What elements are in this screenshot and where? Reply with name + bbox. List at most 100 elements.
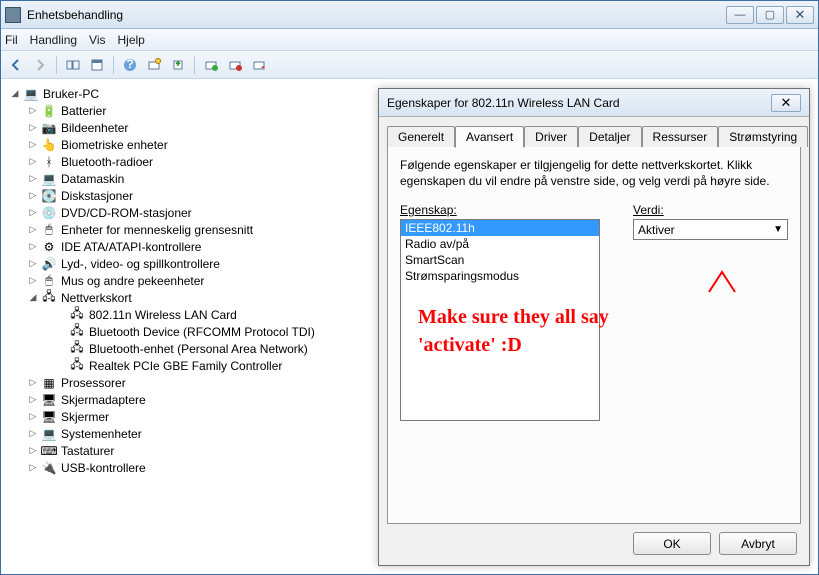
node-label: Nettverkskort — [61, 291, 132, 305]
tab-detaljer[interactable]: Detaljer — [578, 126, 641, 147]
toolbar-enable-button[interactable] — [248, 54, 270, 76]
expander-icon[interactable]: ▷ — [27, 207, 39, 219]
node-label: Systemenheter — [61, 427, 142, 441]
toolbar-back-button[interactable] — [5, 54, 27, 76]
menu-action[interactable]: Handling — [30, 33, 77, 47]
expander-icon[interactable]: ▷ — [27, 139, 39, 151]
device-icon: 💽 — [41, 189, 57, 203]
expander-icon[interactable]: ▷ — [27, 241, 39, 253]
toolbar-uninstall-button[interactable] — [200, 54, 222, 76]
node-label: Bruker-PC — [43, 87, 99, 101]
expander-icon[interactable]: ▷ — [27, 428, 39, 440]
node-label: Batterier — [61, 104, 106, 118]
node-label: USB-kontrollere — [61, 461, 146, 475]
expander-icon[interactable]: ▷ — [27, 445, 39, 457]
expander-icon[interactable]: ▷ — [27, 275, 39, 287]
property-item[interactable]: Strømsparingsmodus — [401, 268, 599, 284]
node-label: Datamaskin — [61, 172, 124, 186]
toolbar-scan-button[interactable] — [143, 54, 165, 76]
expander-icon[interactable] — [55, 360, 67, 372]
property-item[interactable]: Radio av/på — [401, 236, 599, 252]
toolbar-separator — [56, 56, 57, 74]
value-label: Verdi: — [633, 203, 788, 217]
expander-icon[interactable]: ◢ — [27, 292, 39, 304]
toolbar-disable-button[interactable] — [224, 54, 246, 76]
node-label: Mus og andre pekeenheter — [61, 274, 204, 288]
expander-icon[interactable]: ▷ — [27, 190, 39, 202]
device-icon: 📷 — [41, 121, 57, 135]
value-combobox[interactable]: Aktiver ▼ — [633, 219, 788, 240]
toolbar-separator — [113, 56, 114, 74]
toolbar: ? — [1, 51, 818, 79]
expander-icon[interactable] — [55, 309, 67, 321]
menu-file[interactable]: Fil — [5, 33, 18, 47]
device-icon: 🖥 — [41, 410, 57, 424]
node-label: Diskstasjoner — [61, 189, 133, 203]
node-label: Enheter for menneskelig grensesnitt — [61, 223, 253, 237]
toolbar-show-hide-button[interactable] — [62, 54, 84, 76]
node-label: Bluetooth-radioer — [61, 155, 153, 169]
property-item[interactable]: SmartScan — [401, 252, 599, 268]
device-icon: 💻 — [23, 87, 39, 101]
close-button[interactable]: ✕ — [786, 6, 814, 24]
device-icon: 👆 — [41, 138, 57, 152]
menubar: Fil Handling Vis Hjelp — [1, 29, 818, 51]
node-label: Skjermer — [61, 410, 109, 424]
device-icon: 💻 — [41, 427, 57, 441]
device-icon: 🖧 — [41, 291, 57, 305]
menu-view[interactable]: Vis — [89, 33, 105, 47]
expander-icon[interactable]: ▷ — [27, 173, 39, 185]
tab-generelt[interactable]: Generelt — [387, 126, 455, 147]
toolbar-separator — [194, 56, 195, 74]
node-label: Bluetooth Device (RFCOMM Protocol TDI) — [89, 325, 315, 339]
node-label: Skjermadaptere — [61, 393, 146, 407]
node-label: Tastaturer — [61, 444, 114, 458]
tab-strømstyring[interactable]: Strømstyring — [718, 126, 808, 147]
expander-icon[interactable]: ▷ — [27, 394, 39, 406]
property-item[interactable]: IEEE802.11h — [401, 220, 599, 236]
expander-icon[interactable]: ▷ — [27, 462, 39, 474]
tab-strip: GenereltAvansertDriverDetaljerRessurserS… — [387, 126, 801, 147]
device-icon: 🔋 — [41, 104, 57, 118]
ok-button[interactable]: OK — [633, 532, 711, 555]
device-icon: ▦ — [41, 376, 57, 390]
tab-avansert[interactable]: Avansert — [455, 126, 524, 148]
expander-icon[interactable]: ◢ — [9, 88, 21, 100]
device-icon: ⌨ — [41, 444, 57, 458]
menu-help[interactable]: Hjelp — [118, 33, 145, 47]
expander-icon[interactable]: ▷ — [27, 105, 39, 117]
window-title: Enhetsbehandling — [27, 8, 726, 22]
tab-driver[interactable]: Driver — [524, 126, 578, 147]
expander-icon[interactable] — [55, 326, 67, 338]
property-listbox[interactable]: IEEE802.11hRadio av/påSmartScanStrømspar… — [400, 219, 600, 421]
device-icon: 🖥 — [41, 393, 57, 407]
toolbar-properties-button[interactable] — [86, 54, 108, 76]
device-icon: 🖱 — [41, 223, 57, 237]
expander-icon[interactable]: ▷ — [27, 411, 39, 423]
expander-icon[interactable] — [55, 343, 67, 355]
titlebar[interactable]: Enhetsbehandling — ▢ ✕ — [1, 1, 818, 29]
dialog-titlebar[interactable]: Egenskaper for 802.11n Wireless LAN Card… — [379, 89, 809, 117]
expander-icon[interactable]: ▷ — [27, 377, 39, 389]
node-label: Biometriske enheter — [61, 138, 168, 152]
device-icon: 🖧 — [69, 359, 85, 373]
maximize-button[interactable]: ▢ — [756, 6, 784, 24]
minimize-button[interactable]: — — [726, 6, 754, 24]
value-selected: Aktiver — [638, 223, 675, 237]
node-label: IDE ATA/ATAPI-kontrollere — [61, 240, 201, 254]
node-label: Lyd-, video- og spillkontrollere — [61, 257, 220, 271]
dialog-close-button[interactable]: ✕ — [771, 94, 801, 112]
cancel-button[interactable]: Avbryt — [719, 532, 797, 555]
expander-icon[interactable]: ▷ — [27, 122, 39, 134]
tab-ressurser[interactable]: Ressurser — [642, 126, 719, 147]
toolbar-forward-button[interactable] — [29, 54, 51, 76]
device-icon: 💿 — [41, 206, 57, 220]
expander-icon[interactable]: ▷ — [27, 156, 39, 168]
expander-icon[interactable]: ▷ — [27, 224, 39, 236]
expander-icon[interactable]: ▷ — [27, 258, 39, 270]
node-label: Bildeenheter — [61, 121, 128, 135]
node-label: Prosessorer — [61, 376, 126, 390]
toolbar-help-button[interactable]: ? — [119, 54, 141, 76]
device-icon: 💻 — [41, 172, 57, 186]
toolbar-update-driver-button[interactable] — [167, 54, 189, 76]
